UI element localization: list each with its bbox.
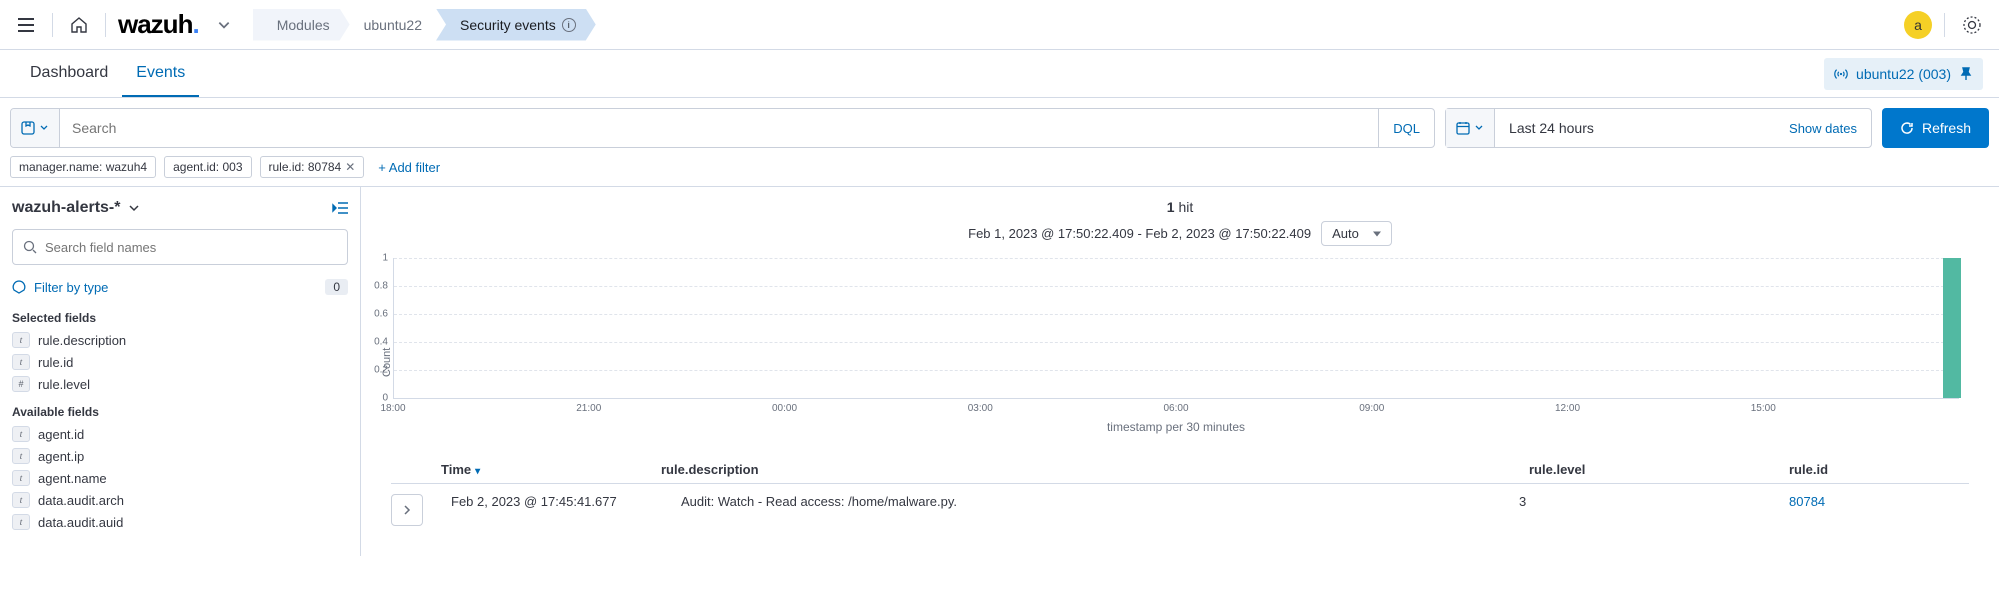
pin-icon[interactable]: [1959, 67, 1973, 81]
field-name: agent.id: [38, 427, 84, 442]
refresh-button[interactable]: Refresh: [1882, 108, 1989, 148]
table-row: Feb 2, 2023 @ 17:45:41.677 Audit: Watch -…: [391, 484, 1969, 536]
chevron-down-icon[interactable]: [211, 12, 237, 38]
histogram-bar[interactable]: [1943, 258, 1961, 398]
user-avatar[interactable]: a: [1904, 11, 1932, 39]
date-range-label[interactable]: Last 24 hours: [1495, 120, 1775, 136]
filter-pill[interactable]: agent.id: 003: [164, 156, 251, 178]
main: wazuh-alerts-* Filter by type 0 Selected…: [0, 187, 1999, 556]
field-type-badge: t: [12, 448, 30, 464]
field-item[interactable]: t agent.id: [12, 423, 348, 445]
field-item[interactable]: t rule.id: [12, 351, 348, 373]
close-icon[interactable]: ✕: [345, 160, 355, 174]
field-name: agent.name: [38, 471, 107, 486]
field-name: data.audit.arch: [38, 493, 124, 508]
field-search-input[interactable]: [45, 240, 337, 255]
breadcrumb-agent[interactable]: ubuntu22: [350, 9, 436, 41]
index-pattern-name[interactable]: wazuh-alerts-*: [12, 199, 120, 217]
results-table: Time▾ rule.description rule.level rule.i…: [361, 436, 1999, 556]
field-name: agent.ip: [38, 449, 84, 464]
x-axis-label: timestamp per 30 minutes: [393, 418, 1959, 436]
saved-query-button[interactable]: [11, 109, 60, 147]
top-bar: wazuh. Modules ubuntu22 Security events …: [0, 0, 1999, 50]
field-name: rule.id: [38, 355, 73, 370]
field-search[interactable]: [12, 229, 348, 265]
tab-events[interactable]: Events: [122, 50, 199, 97]
search-icon: [23, 240, 37, 254]
search-input[interactable]: [60, 120, 1378, 136]
search-box: DQL: [10, 108, 1435, 148]
field-item[interactable]: t rule.description: [12, 329, 348, 351]
breadcrumb-modules[interactable]: Modules: [253, 9, 350, 41]
field-item[interactable]: t agent.ip: [12, 445, 348, 467]
wazuh-logo[interactable]: wazuh.: [118, 9, 199, 40]
field-item[interactable]: t agent.name: [12, 467, 348, 489]
time-range-text: Feb 1, 2023 @ 17:50:22.409 - Feb 2, 2023…: [361, 219, 1999, 248]
home-icon[interactable]: [65, 11, 93, 39]
field-name: rule.level: [38, 377, 90, 392]
cell-time: Feb 2, 2023 @ 17:45:41.677: [451, 494, 671, 509]
breadcrumb-security-events[interactable]: Security events i: [436, 9, 596, 41]
date-picker: Last 24 hours Show dates: [1445, 108, 1872, 148]
selected-fields-header: Selected fields: [12, 301, 348, 329]
breadcrumb-label: Security events: [460, 17, 556, 33]
table-header: Time▾ rule.description rule.level rule.i…: [391, 456, 1969, 484]
calendar-icon[interactable]: [1446, 109, 1495, 147]
cell-level: 3: [1519, 494, 1779, 509]
filter-icon: [12, 280, 26, 294]
filter-pill[interactable]: rule.id: 80784✕: [260, 156, 365, 178]
filter-by-type[interactable]: Filter by type 0: [12, 273, 348, 301]
subnav-tabs: Dashboard Events ubuntu22 (003): [0, 50, 1999, 98]
agent-badge[interactable]: ubuntu22 (003): [1824, 58, 1983, 90]
dql-toggle[interactable]: DQL: [1378, 109, 1434, 147]
help-icon[interactable]: [1957, 10, 1987, 40]
available-fields-header: Available fields: [12, 395, 348, 423]
show-dates-link[interactable]: Show dates: [1775, 121, 1871, 136]
field-item[interactable]: t data.audit.auid: [12, 511, 348, 533]
field-type-badge: t: [12, 354, 30, 370]
results-panel: 1 hit Feb 1, 2023 @ 17:50:22.409 - Feb 2…: [360, 187, 1999, 556]
chevron-down-icon[interactable]: [128, 202, 140, 214]
interval-select[interactable]: Auto: [1321, 221, 1392, 246]
info-icon[interactable]: i: [562, 18, 576, 32]
histogram-chart: Count 00.20.40.60.81 18:0021:0000:0003:0…: [361, 248, 1999, 436]
expand-row-button[interactable]: [391, 494, 423, 526]
col-description[interactable]: rule.description: [661, 462, 1529, 477]
filter-type-count: 0: [325, 279, 348, 295]
add-filter-button[interactable]: + Add filter: [378, 160, 440, 175]
separator: [1944, 13, 1945, 37]
cell-ruleid[interactable]: 80784: [1789, 494, 1969, 509]
col-ruleid[interactable]: rule.id: [1789, 462, 1969, 477]
field-type-badge: t: [12, 492, 30, 508]
cell-description: Audit: Watch - Read access: /home/malwar…: [681, 494, 1509, 509]
col-time[interactable]: Time▾: [441, 462, 661, 477]
separator: [105, 13, 106, 37]
filter-row: manager.name: wazuh4 agent.id: 003 rule.…: [0, 148, 1999, 187]
field-name: data.audit.auid: [38, 515, 123, 530]
refresh-label: Refresh: [1922, 120, 1971, 136]
tab-dashboard[interactable]: Dashboard: [16, 50, 122, 97]
sort-desc-icon: ▾: [475, 466, 480, 477]
field-name: rule.description: [38, 333, 126, 348]
collapse-sidebar-icon[interactable]: [332, 201, 348, 215]
field-type-badge: t: [12, 470, 30, 486]
fields-sidebar: wazuh-alerts-* Filter by type 0 Selected…: [0, 187, 360, 556]
separator: [52, 13, 53, 37]
hamburger-menu-icon[interactable]: [12, 12, 40, 38]
broadcast-icon: [1834, 67, 1848, 81]
field-item[interactable]: t data.audit.arch: [12, 489, 348, 511]
field-type-badge: t: [12, 426, 30, 442]
filter-pill[interactable]: manager.name: wazuh4: [10, 156, 156, 178]
hit-count: 1 hit: [361, 195, 1999, 219]
agent-badge-label: ubuntu22 (003): [1856, 66, 1951, 82]
field-item[interactable]: # rule.level: [12, 373, 348, 395]
filter-type-label: Filter by type: [34, 280, 108, 295]
field-type-badge: t: [12, 332, 30, 348]
field-type-badge: t: [12, 514, 30, 530]
field-type-badge: #: [12, 376, 30, 392]
breadcrumb: Modules ubuntu22 Security events i: [253, 9, 596, 41]
col-level[interactable]: rule.level: [1529, 462, 1789, 477]
search-row: DQL Last 24 hours Show dates Refresh: [0, 98, 1999, 148]
